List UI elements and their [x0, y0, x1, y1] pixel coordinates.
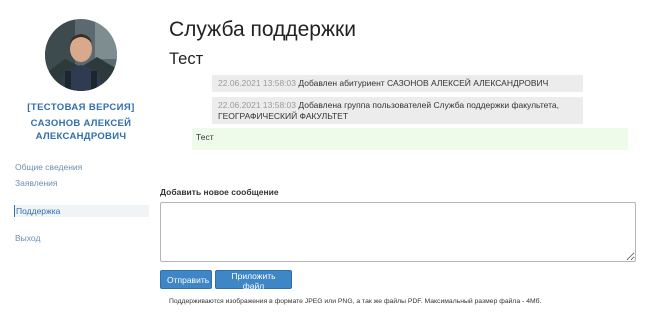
sidebar-item-applications[interactable]: Заявления: [15, 178, 58, 188]
new-message-label: Добавить новое сообщение: [160, 187, 279, 197]
upload-hint: Поддерживаются изображения в формате JPE…: [169, 298, 542, 305]
ticket-subject: Тест: [169, 50, 204, 68]
user-name-line2: АЛЕКСАНДРОВИЧ: [35, 131, 127, 142]
user-message: Тест: [192, 128, 628, 150]
system-message: 22.06.2021 13:58:03 Добавлен абитуриент …: [212, 75, 583, 92]
message-timestamp: 22.06.2021 13:58:03: [218, 100, 296, 110]
page-title: Служба поддержки: [169, 18, 356, 41]
message-text-line2: ГЕОГРАФИЧЕСКИЙ ФАКУЛЬТЕТ: [218, 111, 349, 121]
sidebar-item-support[interactable]: Поддержка: [14, 205, 149, 217]
message-textarea[interactable]: [160, 202, 636, 262]
version-label: [ТЕСТОВАЯ ВЕРСИЯ]: [27, 102, 135, 113]
sidebar-item-logout[interactable]: Выход: [15, 233, 40, 243]
system-message: 22.06.2021 13:58:03 Добавлена группа пол…: [212, 97, 583, 124]
message-text: Добавлен абитуриент САЗОНОВ АЛЕКСЕЙ АЛЕК…: [298, 78, 549, 88]
send-button[interactable]: Отправить: [160, 270, 212, 289]
avatar-photo: [45, 19, 117, 91]
sidebar-item-general[interactable]: Общие сведения: [15, 162, 82, 172]
attach-file-button[interactable]: Приложить файл: [215, 270, 292, 291]
avatar: [45, 19, 117, 91]
message-timestamp: 22.06.2021 13:58:03: [218, 78, 296, 88]
sidebar: [ТЕСТОВАЯ ВЕРСИЯ] САЗОНОВ АЛЕКСЕЙ АЛЕКСА…: [0, 0, 160, 317]
message-text-line1: Добавлена группа пользователей Служба по…: [298, 100, 559, 110]
user-name: САЗОНОВ АЛЕКСЕЙ АЛЕКСАНДРОВИЧ: [0, 117, 162, 143]
user-name-line1: САЗОНОВ АЛЕКСЕЙ: [30, 118, 132, 129]
